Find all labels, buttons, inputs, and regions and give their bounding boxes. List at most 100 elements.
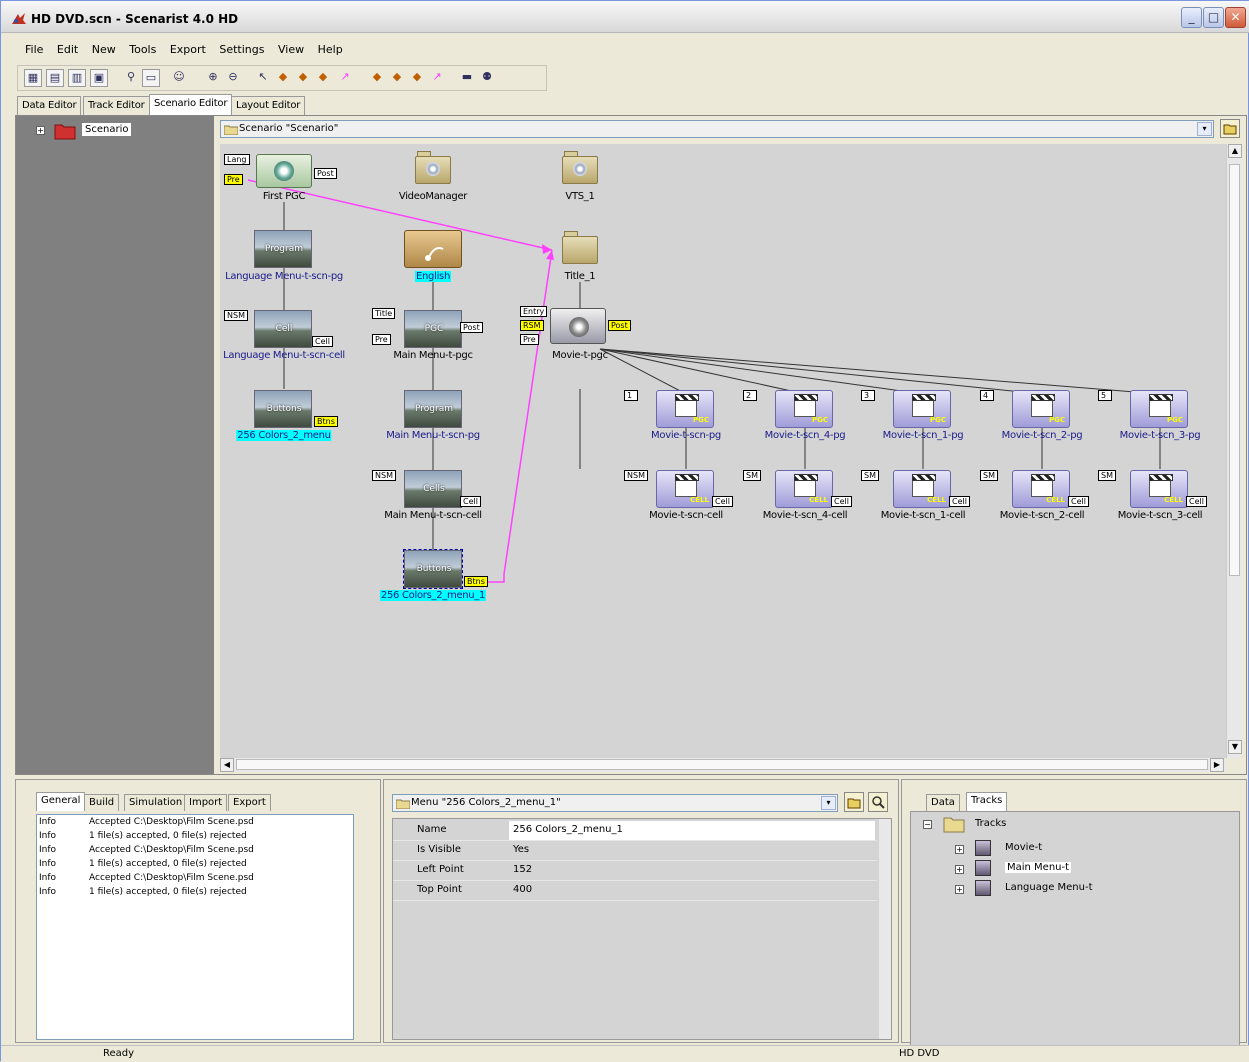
property-scrollbar[interactable] <box>879 819 891 1039</box>
port-nsm[interactable]: NSM <box>372 470 396 481</box>
port-lang[interactable]: Lang <box>224 154 250 165</box>
log-row[interactable]: Info 1 file(s) accepted, 0 file(s) rejec… <box>39 859 349 873</box>
tab-import[interactable]: Import <box>184 794 228 811</box>
port-entry[interactable]: Entry <box>520 306 548 317</box>
link-tool-icon[interactable]: ↗ <box>336 69 354 87</box>
pg-number[interactable]: 2 <box>743 390 757 401</box>
minimize-button[interactable]: _ <box>1181 7 1202 28</box>
property-value-cell[interactable] <box>509 841 875 860</box>
vertical-scrollbar[interactable]: ▲ ▼ <box>1226 144 1242 758</box>
tab-export[interactable]: Export <box>228 794 271 811</box>
menu-help[interactable]: Help <box>318 39 343 61</box>
pg-number[interactable]: 4 <box>980 390 994 401</box>
add-pg-icon[interactable]: ◆ <box>294 69 312 87</box>
track-item[interactable]: + Language Menu-t <box>911 880 1231 898</box>
port-sm[interactable]: SM <box>1098 470 1116 481</box>
log-row[interactable]: Info 1 file(s) accepted, 0 file(s) rejec… <box>39 831 349 845</box>
log-list[interactable]: Info Accepted C:\Desktop\Film Scene.psd … <box>36 814 354 1040</box>
scroll-up-icon[interactable]: ▲ <box>1228 144 1242 158</box>
scroll-right-icon[interactable]: ▶ <box>1210 758 1224 772</box>
property-value-cell[interactable] <box>509 881 875 900</box>
track-item[interactable]: + Main Menu-t <box>911 860 1231 878</box>
track-editor-view-icon[interactable]: ▤ <box>46 69 64 87</box>
tab-track-editor[interactable]: Track Editor <box>83 96 150 115</box>
port-title[interactable]: Title <box>372 308 396 319</box>
scenario-selector[interactable]: Scenario "Scenario" ▾ <box>220 120 1214 138</box>
horizontal-scrollbar[interactable]: ◀ ▶ <box>220 758 1226 772</box>
user-icon[interactable]: ⚉ <box>478 69 496 87</box>
property-value-cell[interactable] <box>509 861 875 880</box>
port-post[interactable]: Post <box>608 320 631 331</box>
add-cell-icon[interactable]: ◆ <box>314 69 332 87</box>
menu-export[interactable]: Export <box>170 39 206 61</box>
port-pre[interactable]: Pre <box>520 334 539 345</box>
property-row[interactable]: Is Visible Yes <box>393 841 877 861</box>
tab-data-editor[interactable]: Data Editor <box>17 96 82 115</box>
vertical-scroll-thumb[interactable] <box>1229 164 1240 576</box>
pg-number[interactable]: 5 <box>1098 390 1112 401</box>
log-row[interactable]: Info Accepted C:\Desktop\Film Scene.psd <box>39 845 349 859</box>
port-post[interactable]: Post <box>460 322 483 333</box>
property-row[interactable]: Top Point 400 <box>393 881 877 901</box>
menu-edit[interactable]: Edit <box>57 39 78 61</box>
scroll-down-icon[interactable]: ▼ <box>1228 740 1242 754</box>
port-cell[interactable]: Cell <box>1186 496 1207 507</box>
chevron-down-icon[interactable]: ▾ <box>821 796 836 810</box>
property-row[interactable]: Name 256 Colors_2_menu_1 <box>393 821 877 841</box>
title-bar[interactable]: HD DVD.scn - Scenarist 4.0 HD _ □ ✕ <box>1 1 1249 33</box>
menu-tools[interactable]: Tools <box>129 39 156 61</box>
add-menu-cell-icon[interactable]: ◆ <box>408 69 426 87</box>
maximize-button[interactable]: □ <box>1203 7 1224 28</box>
find-icon[interactable]: ⚲ <box>122 69 140 87</box>
object-selector[interactable]: Menu "256 Colors_2_menu_1" ▾ <box>392 794 838 812</box>
locate-button[interactable] <box>868 792 888 812</box>
properties-icon[interactable]: ▭ <box>142 69 160 87</box>
menu-settings[interactable]: Settings <box>219 39 264 61</box>
port-cell[interactable]: Cell <box>1068 496 1089 507</box>
port-pre[interactable]: Pre <box>224 174 243 185</box>
expand-toggle[interactable]: + <box>955 885 964 894</box>
tab-data[interactable]: Data <box>926 794 960 811</box>
close-button[interactable]: ✕ <box>1225 7 1246 28</box>
simulate-icon[interactable]: ☺ <box>170 69 188 87</box>
open-folder-button[interactable] <box>844 792 864 812</box>
port-cell[interactable]: Cell <box>831 496 852 507</box>
expand-toggle[interactable]: + <box>36 126 45 135</box>
add-menu-pg-icon[interactable]: ◆ <box>388 69 406 87</box>
buttons-icon[interactable]: ▬ <box>458 69 476 87</box>
menu-link-tool-icon[interactable]: ↗ <box>428 69 446 87</box>
port-btns[interactable]: Btns <box>314 416 338 427</box>
menu-view[interactable]: View <box>278 39 304 61</box>
port-sm[interactable]: SM <box>861 470 879 481</box>
horizontal-scroll-thumb[interactable] <box>236 759 1208 770</box>
port-cell[interactable]: Cell <box>312 336 333 347</box>
tree-item-scenario[interactable]: + Scenario <box>36 122 186 140</box>
port-cell[interactable]: Cell <box>949 496 970 507</box>
collapse-toggle[interactable]: − <box>923 820 932 829</box>
port-sm[interactable]: NSM <box>624 470 648 481</box>
property-row[interactable]: Left Point 152 <box>393 861 877 881</box>
scenario-canvas[interactable]: Lang Post Pre First PGC VideoManager VTS… <box>220 144 1226 758</box>
tab-general[interactable]: General <box>36 792 86 811</box>
zoom-out-icon[interactable]: ⊖ <box>224 69 242 87</box>
tab-scenario-editor[interactable]: Scenario Editor <box>149 94 233 115</box>
port-post[interactable]: Post <box>314 168 337 179</box>
data-editor-view-icon[interactable]: ▦ <box>24 69 42 87</box>
tab-layout-editor[interactable]: Layout Editor <box>231 96 306 115</box>
expand-toggle[interactable]: + <box>955 845 964 854</box>
select-pointer-icon[interactable]: ↖ <box>254 69 272 87</box>
port-pre[interactable]: Pre <box>372 334 391 345</box>
expand-toggle[interactable]: + <box>955 865 964 874</box>
port-rsm[interactable]: RSM <box>520 320 544 331</box>
port-nsm[interactable]: NSM <box>224 310 248 321</box>
tab-simulation[interactable]: Simulation <box>124 794 188 811</box>
track-item[interactable]: + Movie-t <box>911 840 1231 858</box>
open-folder-button[interactable] <box>1220 119 1240 138</box>
log-row[interactable]: Info Accepted C:\Desktop\Film Scene.psd <box>39 873 349 887</box>
chevron-down-icon[interactable]: ▾ <box>1197 122 1212 136</box>
menu-file[interactable]: File <box>25 39 43 61</box>
port-cell[interactable]: Cell <box>460 496 481 507</box>
scenario-editor-view-icon[interactable]: ▥ <box>68 69 86 87</box>
layout-editor-view-icon[interactable]: ▣ <box>90 69 108 87</box>
pg-number[interactable]: 1 <box>624 390 638 401</box>
